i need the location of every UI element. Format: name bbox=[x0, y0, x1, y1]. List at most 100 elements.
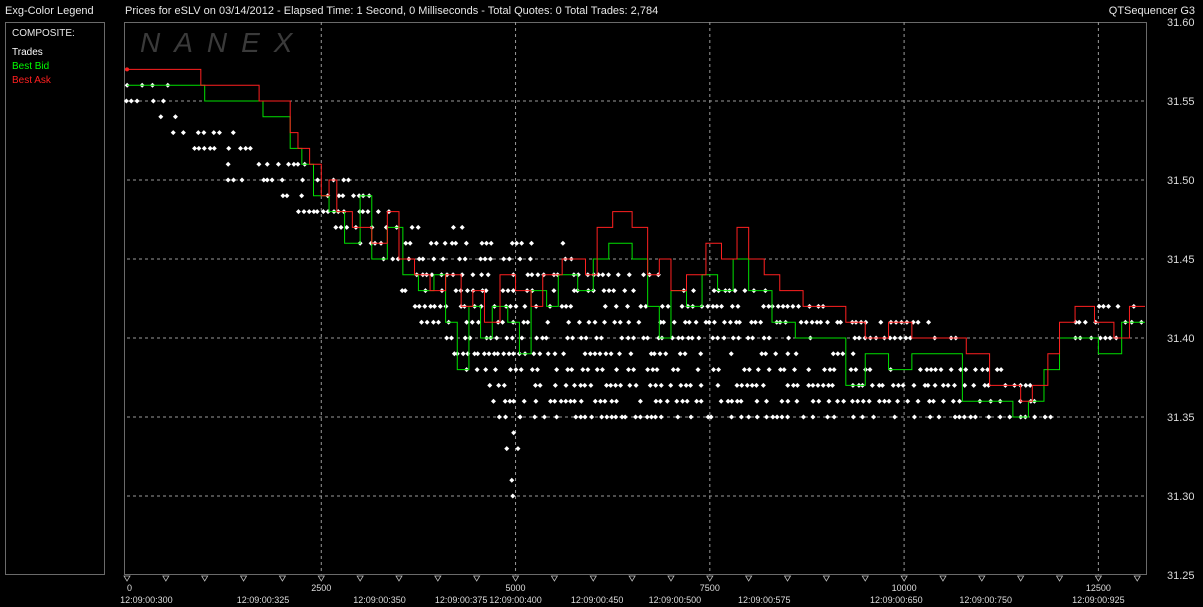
trade-point bbox=[551, 288, 557, 294]
trade-point bbox=[216, 130, 222, 136]
trade-point bbox=[519, 240, 525, 246]
trade-point bbox=[496, 382, 502, 388]
trade-point bbox=[968, 414, 974, 420]
trade-point bbox=[855, 398, 861, 404]
trade-point bbox=[582, 351, 588, 357]
trade-point bbox=[522, 303, 528, 309]
trade-point bbox=[831, 367, 837, 373]
trade-point bbox=[360, 209, 366, 215]
trade-point bbox=[917, 367, 923, 373]
trade-point bbox=[211, 145, 217, 151]
trade-point bbox=[170, 130, 176, 136]
trade-point bbox=[679, 335, 685, 341]
trade-point bbox=[645, 367, 651, 373]
trade-point bbox=[529, 240, 535, 246]
trade-point bbox=[247, 145, 253, 151]
trade-point bbox=[225, 177, 231, 183]
trade-point bbox=[631, 288, 637, 294]
trade-point bbox=[850, 414, 856, 420]
trade-point bbox=[510, 493, 516, 499]
trade-point bbox=[433, 240, 439, 246]
trade-point bbox=[741, 367, 747, 373]
trade-point bbox=[599, 414, 605, 420]
trade-point bbox=[742, 288, 748, 294]
trade-point bbox=[444, 335, 450, 341]
trade-point bbox=[1042, 414, 1048, 420]
trade-point bbox=[365, 209, 371, 215]
trade-point bbox=[661, 319, 667, 325]
trade-point bbox=[531, 351, 537, 357]
time-label: 12:09:00:400 bbox=[489, 595, 542, 605]
trade-point bbox=[785, 351, 791, 357]
gridlines bbox=[127, 22, 1145, 575]
time-label: 12:09:00:575 bbox=[738, 595, 791, 605]
trade-point bbox=[816, 398, 822, 404]
trade-point bbox=[795, 303, 801, 309]
trade-point bbox=[826, 398, 832, 404]
trade-point bbox=[558, 398, 564, 404]
trade-point bbox=[483, 367, 489, 373]
trade-point bbox=[338, 224, 344, 230]
trade-point bbox=[619, 335, 625, 341]
trade-point bbox=[963, 367, 969, 373]
x-marker bbox=[278, 575, 287, 582]
trade-point bbox=[926, 319, 932, 325]
trade-point bbox=[715, 382, 721, 388]
trade-point bbox=[638, 303, 644, 309]
trade-point bbox=[710, 335, 716, 341]
time-label: 12:09:00:450 bbox=[571, 595, 624, 605]
x-marker bbox=[900, 575, 908, 582]
trade-point bbox=[821, 367, 827, 373]
x-tick-label: 0 bbox=[127, 583, 132, 593]
trade-point bbox=[678, 382, 684, 388]
trade-point bbox=[911, 382, 917, 388]
trade-point bbox=[1076, 319, 1082, 325]
x-tick-label: 5000 bbox=[506, 583, 526, 593]
trade-point bbox=[1048, 414, 1054, 420]
y-tick-label: 31.60 bbox=[1167, 17, 1195, 29]
trade-point bbox=[201, 145, 207, 151]
x-marker bbox=[861, 575, 869, 582]
trade-point bbox=[895, 382, 901, 388]
trade-point bbox=[810, 398, 816, 404]
trade-point bbox=[764, 414, 770, 420]
trade-point bbox=[860, 398, 866, 404]
y-tick-label: 31.50 bbox=[1167, 175, 1195, 187]
trade-point bbox=[711, 319, 717, 325]
time-label: 12:09:00:925 bbox=[1072, 595, 1125, 605]
trade-point bbox=[711, 288, 717, 294]
trade-point bbox=[479, 240, 485, 246]
trade-point bbox=[736, 335, 742, 341]
trade-point bbox=[230, 130, 236, 136]
trade-point bbox=[781, 367, 787, 373]
trade-point bbox=[601, 288, 607, 294]
trade-point bbox=[727, 319, 733, 325]
trade-point bbox=[196, 145, 202, 151]
trade-point bbox=[711, 367, 717, 373]
trade-point bbox=[563, 398, 569, 404]
trade-point bbox=[560, 240, 566, 246]
trade-point bbox=[951, 382, 957, 388]
trade-point bbox=[407, 240, 413, 246]
x-marker bbox=[511, 575, 520, 582]
trade-point bbox=[345, 177, 351, 183]
y-tick-label: 31.45 bbox=[1167, 254, 1195, 266]
trade-point bbox=[509, 240, 515, 246]
trade-point bbox=[806, 367, 812, 373]
trade-point bbox=[464, 288, 470, 294]
trade-point bbox=[589, 414, 595, 420]
best-ask-line bbox=[127, 68, 1145, 402]
trade-point bbox=[628, 351, 634, 357]
x-marker bbox=[706, 575, 714, 582]
trade-point bbox=[496, 414, 502, 420]
price-chart[interactable]: NANEX 31.25 31.30 31.35 31.40 31.45 31.50 31.5… bbox=[0, 0, 1203, 607]
trade-point bbox=[684, 398, 690, 404]
trade-point bbox=[563, 382, 569, 388]
x-axis: 0 2500 5000 7500 10000 12500 12:09:00:300 12:09… bbox=[120, 575, 1141, 605]
trade-point bbox=[841, 398, 847, 404]
trade-point bbox=[1106, 303, 1112, 309]
trade-point bbox=[606, 288, 612, 294]
trade-point bbox=[852, 335, 858, 341]
trade-point bbox=[683, 382, 689, 388]
trade-point bbox=[761, 303, 767, 309]
